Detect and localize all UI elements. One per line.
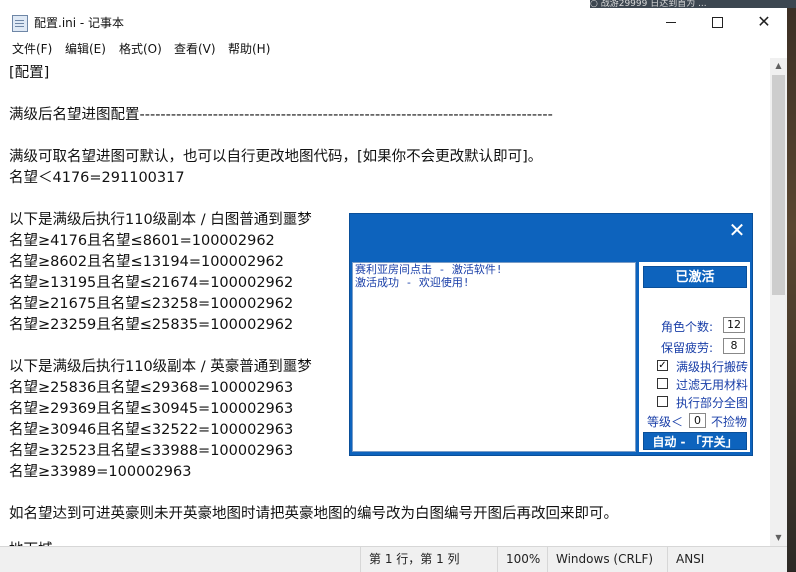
notepad-app-icon (12, 15, 28, 32)
editor-line: 名望≥25836且名望≤29368=100002963 (9, 380, 294, 396)
menu-bar: 文件(F) 编辑(E) 格式(O) 查看(V) 帮助(H) (0, 38, 787, 58)
minimize-button[interactable] (648, 6, 694, 38)
editor-line: 名望≥21675且名望≤23258=100002962 (9, 296, 294, 312)
checkbox-label: 过滤无用材料 (676, 378, 749, 392)
zoom-level: 100% (497, 547, 548, 572)
menu-file[interactable]: 文件(F) (12, 40, 52, 57)
cursor-position: 第 1 行，第 1 列 (360, 547, 501, 572)
editor-line: 以下是满级后执行110级副本 / 白图普通到噩梦 (9, 212, 312, 228)
menu-edit[interactable]: 编辑(E) (65, 40, 106, 57)
scroll-thumb[interactable] (772, 75, 785, 295)
level-prefix-label: 等级＜ (647, 415, 684, 429)
tool-window: ✕ 赛利亚房间点击 - 激活软件! 激活成功 - 欢迎使用! 已激活 角色个数:… (349, 213, 753, 456)
reserve-fatigue-label: 保留疲劳: (661, 341, 714, 355)
log-line: 赛利亚房间点击 - 激活软件! (355, 263, 503, 276)
settings-panel: 已激活 角色个数: 12 保留疲劳: 8 ✓ 满级执行搬砖 过滤无用材料 执行部… (639, 262, 750, 452)
checkbox-partial-map[interactable] (657, 396, 668, 407)
editor-line: 名望＜4176=291100317 (9, 170, 185, 186)
log-panel: 赛利亚房间点击 - 激活软件! 激活成功 - 欢迎使用! (352, 262, 636, 452)
editor-line: 满级后名望进图配置-------------------------------… (9, 107, 553, 123)
maximize-icon (711, 16, 723, 28)
editor-line: 名望≥13195且名望≤21674=100002962 (9, 275, 294, 291)
editor-line: 名望≥32523且名望≤33988=100002963 (9, 443, 294, 459)
editor-line: 名望≥30946且名望≤32522=100002963 (9, 422, 294, 438)
window-title: 配置.ini - 记事本 (34, 16, 125, 30)
editor-line: [配置] (9, 65, 50, 81)
log-line: 激活成功 - 欢迎使用! (355, 276, 470, 289)
editor-line: 满级可取名望进图可默认，也可以自行更改地图代码，[如果你不会更改默认即可]。 (9, 149, 543, 165)
editor-line: 地下城... (9, 538, 66, 546)
reserve-fatigue-input[interactable]: 8 (723, 338, 745, 354)
close-icon: ✕ (757, 12, 771, 31)
line-ending: Windows (CRLF) (547, 547, 668, 572)
tool-close-button[interactable]: ✕ (726, 220, 748, 242)
editor-line: 名望≥33989=100002963 (9, 464, 192, 480)
menu-format[interactable]: 格式(O) (119, 40, 162, 57)
scroll-up-icon[interactable]: ▲ (770, 58, 787, 74)
auto-toggle-button[interactable]: 自动 - 「开关」 (643, 432, 747, 450)
menu-help[interactable]: 帮助(H) (228, 40, 270, 57)
editor-line: 名望≥8602且名望≤13194=100002962 (9, 254, 285, 270)
editor-line: 名望≥29369且名望≤30945=100002963 (9, 401, 294, 417)
desktop-background (787, 0, 796, 571)
role-count-label: 角色个数: (661, 320, 714, 334)
checkbox-full-level-brick[interactable]: ✓ (657, 360, 668, 371)
role-count-input[interactable]: 12 (723, 317, 745, 333)
checkbox-filter-materials[interactable] (657, 378, 668, 389)
editor-line: 名望≥4176且名望≤8601=100002962 (9, 233, 275, 249)
status-spacer (0, 547, 352, 572)
level-suffix-label: 不捡物 (711, 415, 748, 429)
editor-line: 名望≥23259且名望≤25835=100002962 (9, 317, 294, 333)
scroll-down-icon[interactable]: ▼ (770, 530, 787, 546)
maximize-button[interactable] (694, 6, 740, 38)
encoding: ANSI (667, 547, 786, 572)
level-input[interactable]: 0 (689, 413, 706, 428)
background-window-snippet: ○ 战游29999 日达到首为 ... (590, 0, 796, 8)
status-bar: 第 1 行，第 1 列 100% Windows (CRLF) ANSI (0, 546, 787, 572)
checkbox-label: 执行部分全图 (676, 396, 749, 410)
minimize-icon (666, 21, 676, 23)
close-button[interactable]: ✕ (741, 6, 787, 38)
editor-line: 如名望达到可进英豪则未开英豪地图时请把英豪地图的编号改为白图编号开图后再改回来即… (9, 506, 618, 522)
checkbox-label: 满级执行搬砖 (676, 360, 749, 374)
activated-button[interactable]: 已激活 (643, 266, 747, 288)
title-bar[interactable]: 配置.ini - 记事本 ✕ (0, 6, 787, 38)
vertical-scrollbar[interactable]: ▲ ▼ (770, 58, 787, 546)
editor-line: 以下是满级后执行110级副本 / 英豪普通到噩梦 (9, 359, 312, 375)
menu-view[interactable]: 查看(V) (174, 40, 216, 57)
